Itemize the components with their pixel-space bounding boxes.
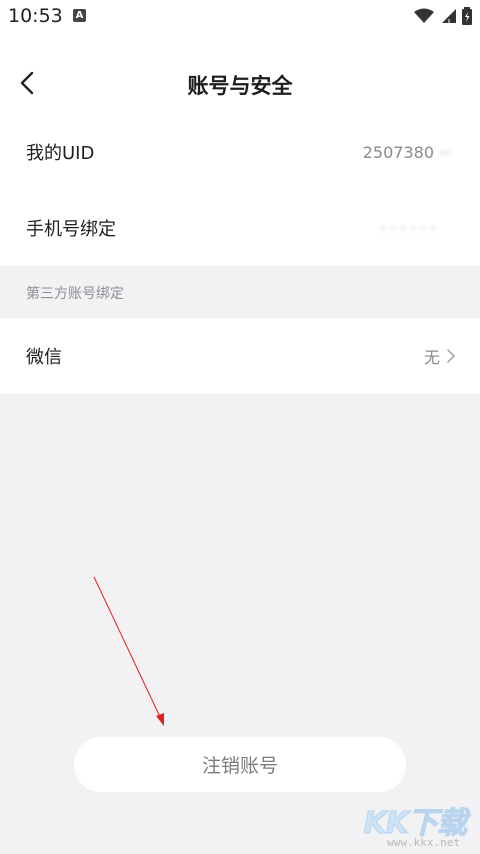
chevron-right-icon — [447, 349, 456, 363]
uid-blurred-suffix: ·· — [439, 142, 450, 162]
phone-binding-row[interactable]: 手机号绑定 · · · · · · — [0, 190, 480, 266]
notification-a-icon: A — [73, 9, 86, 22]
third-party-section-title: 第三方账号绑定 — [26, 286, 124, 302]
battery-icon — [462, 7, 472, 25]
signal-icon — [442, 9, 456, 23]
wechat-status: 无 — [423, 348, 440, 367]
uid-value: 2507380 — [362, 142, 434, 162]
phone-blurred-mask: · · · · · · — [380, 218, 436, 238]
uid-row: 我的UID 2507380 ·· — [0, 114, 480, 190]
status-icons — [414, 7, 472, 25]
status-time: 10:53 — [8, 5, 63, 27]
page-title: 账号与安全 — [187, 74, 293, 98]
status-bar: 10:53 A — [0, 0, 480, 34]
third-party-section-header: 第三方账号绑定 — [0, 266, 480, 318]
watermark-url: www.kkx.net — [387, 836, 460, 849]
phone-binding-label: 手机号绑定 — [26, 219, 116, 240]
wifi-icon — [414, 8, 434, 23]
watermark: KK下载 www.kkx.net — [346, 794, 467, 854]
wechat-row[interactable]: 微信 无 — [0, 318, 480, 394]
wechat-label: 微信 — [26, 347, 62, 368]
uid-label: 我的UID — [26, 143, 95, 164]
cancel-account-button[interactable]: 注销账号 — [74, 737, 406, 792]
